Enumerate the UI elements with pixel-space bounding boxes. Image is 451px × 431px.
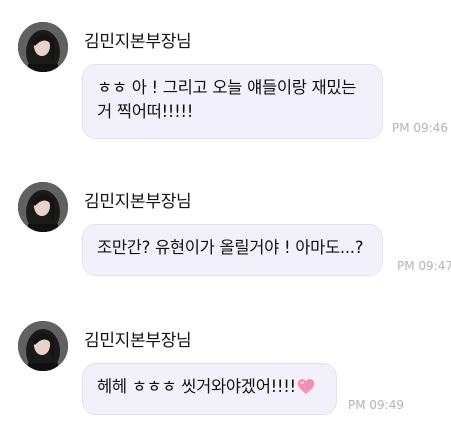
avatar[interactable]	[18, 22, 68, 72]
message-text-line: 거 찍어떠!!!!!	[97, 102, 194, 121]
message-text: 헤헤 ㅎㅎㅎ 씻거와야겠어!!!!	[97, 377, 296, 396]
message-bubble[interactable]: ㅎㅎ 아 ! 그리고 오늘 얘들이랑 재밌는 거 찍어떠!!!!!	[82, 64, 383, 139]
avatar[interactable]	[18, 321, 68, 371]
avatar-photo-icon	[18, 22, 68, 72]
message-text-line: 조만간? 유현이가 올릴거야 ! 아마도...?	[97, 238, 364, 257]
sender-name: 김민지본부장님	[84, 331, 192, 351]
message-timestamp: PM 09:47	[397, 259, 451, 273]
avatar-photo-icon	[18, 321, 68, 371]
avatar-photo-icon	[18, 182, 68, 232]
message-text-line: 헤헤 ㅎㅎㅎ 씻거와야겠어!!!!	[97, 375, 322, 399]
avatar[interactable]	[18, 182, 68, 232]
message-text-line: ㅎㅎ 아 ! 그리고 오늘 얘들이랑 재밌는	[97, 78, 357, 97]
message-timestamp: PM 09:46	[392, 121, 448, 135]
message-bubble[interactable]: 조만간? 유현이가 올릴거야 ! 아마도...?	[82, 224, 383, 276]
message-bubble[interactable]: 헤헤 ㅎㅎㅎ 씻거와야겠어!!!!	[82, 363, 337, 415]
sender-name: 김민지본부장님	[84, 32, 192, 52]
sender-name: 김민지본부장님	[84, 192, 192, 212]
heart-emoji-icon	[297, 379, 315, 394]
message-timestamp: PM 09:49	[348, 398, 404, 412]
